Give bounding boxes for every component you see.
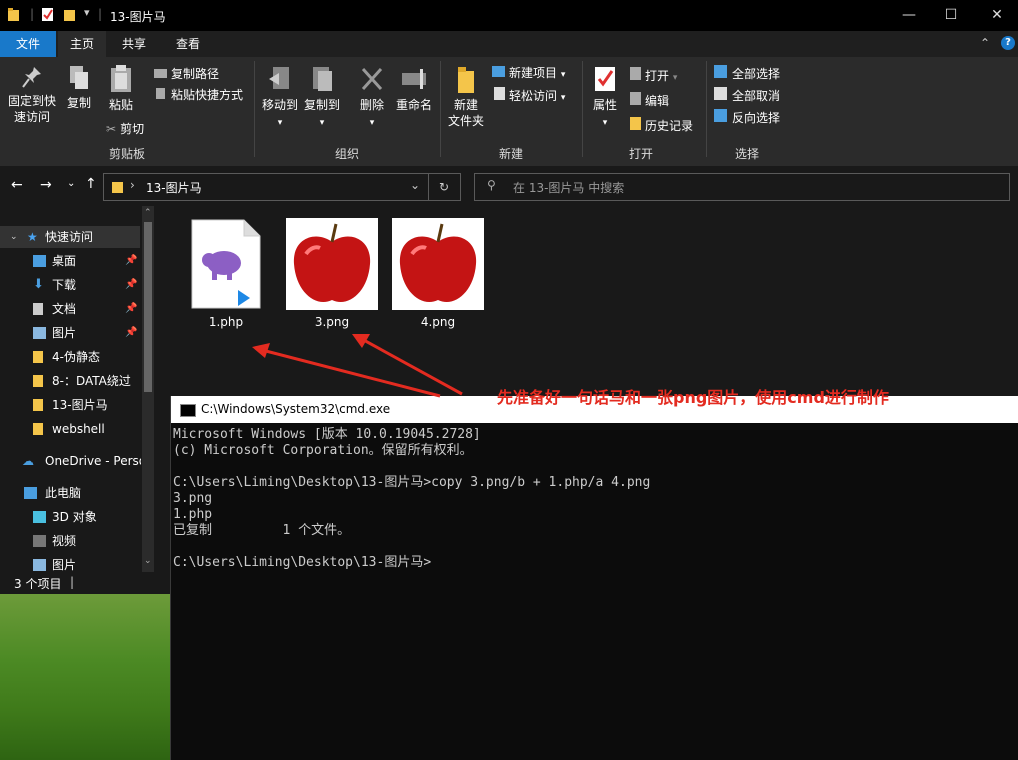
annotation-arrows xyxy=(252,334,463,398)
arrowhead-icon xyxy=(252,343,270,358)
annotation-text: 先准备好一句话马和一张png图片，使用cmd进行制作 xyxy=(497,388,889,407)
annotation-arrow-png xyxy=(359,336,463,396)
annotation-arrow-php xyxy=(261,348,441,398)
